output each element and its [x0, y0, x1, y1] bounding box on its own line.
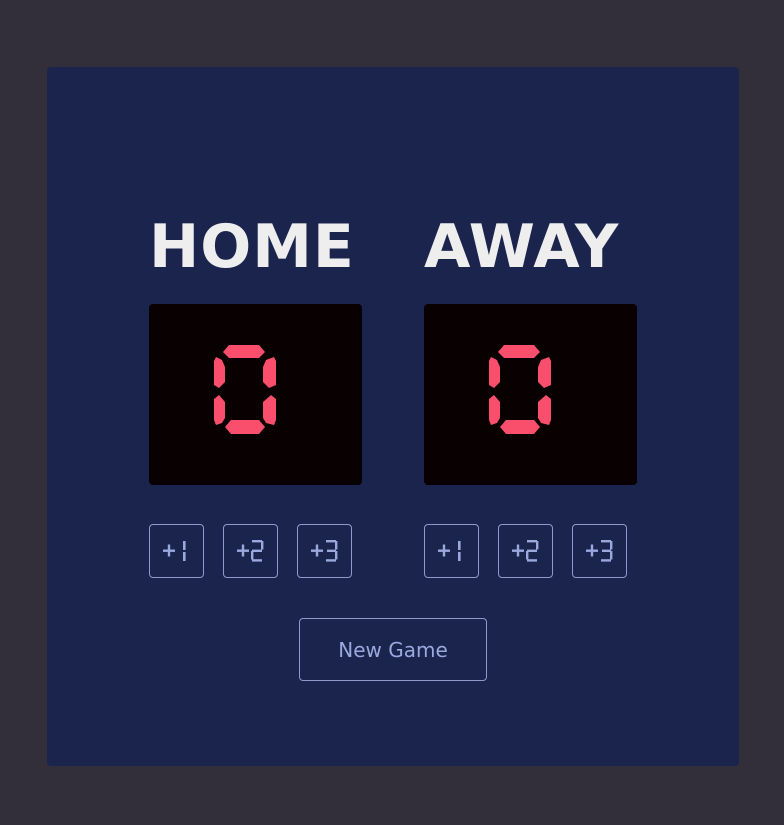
- home-add-2-button[interactable]: +2: [223, 524, 278, 578]
- plus-two-glyph: [511, 540, 538, 562]
- away-add-1-button[interactable]: +1: [424, 524, 479, 578]
- plus-three-glyph: [585, 540, 612, 562]
- away-add-3-button[interactable]: +3: [572, 524, 627, 578]
- plus-three-glyph: [310, 540, 337, 562]
- away-add-2-button[interactable]: +2: [498, 524, 553, 578]
- home-add-1-button[interactable]: +1: [149, 524, 204, 578]
- home-score-digit: [214, 345, 276, 434]
- home-title: HOME: [149, 212, 355, 282]
- home-button-row: +1 +2: [149, 524, 369, 580]
- plus-two-glyph: [236, 540, 263, 562]
- plus-one-glyph: [162, 541, 186, 561]
- away-title: AWAY: [424, 212, 620, 282]
- away-score-digit: [489, 345, 551, 434]
- away-button-row: +1 +2: [424, 524, 644, 580]
- home-add-3-button[interactable]: +3: [297, 524, 352, 578]
- new-game-button[interactable]: New Game: [299, 618, 487, 681]
- away-score-display: 0: [424, 304, 637, 485]
- home-score-display: 0: [149, 304, 362, 485]
- plus-one-glyph: [437, 541, 461, 561]
- scoreboard-panel: HOME 0 +1: [47, 67, 739, 766]
